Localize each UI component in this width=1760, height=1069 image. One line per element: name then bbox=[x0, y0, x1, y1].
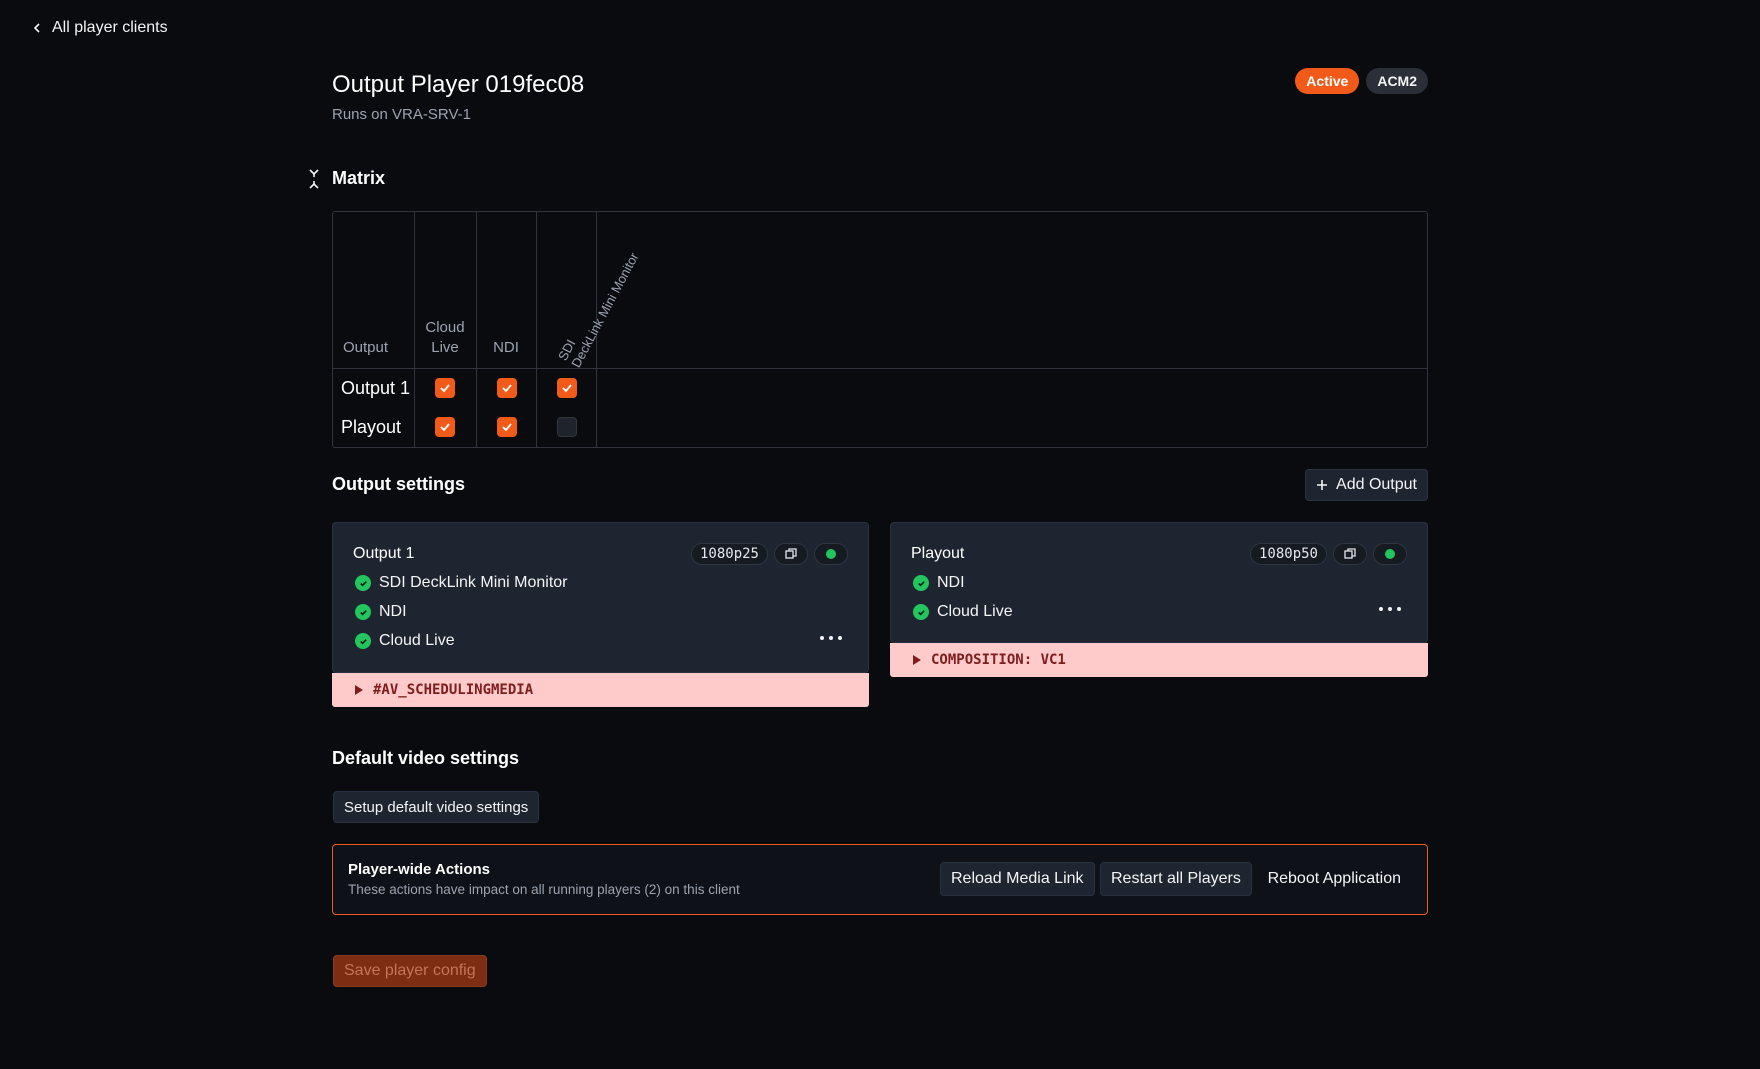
back-link-all-player-clients[interactable]: All player clients bbox=[32, 19, 168, 37]
warning-text: #AV_SCHEDULINGMEDIA bbox=[373, 682, 534, 698]
reboot-application-button[interactable]: Reboot Application bbox=[1268, 862, 1401, 896]
output-card-title: Output 1 bbox=[353, 545, 415, 562]
check-circle-icon bbox=[355, 575, 371, 591]
check-circle-icon bbox=[913, 604, 929, 620]
status-badge: Active bbox=[1295, 68, 1360, 94]
collapse-icon[interactable] bbox=[308, 168, 320, 189]
output-card-title: Playout bbox=[911, 545, 965, 562]
output-card-tools: 1080p50 bbox=[1249, 543, 1407, 565]
caret-right-icon bbox=[355, 685, 363, 695]
check-icon bbox=[440, 384, 450, 393]
warning-banner-output1[interactable]: #AV_SCHEDULINGMEDIA bbox=[332, 673, 869, 707]
player-actions-title: Player-wide Actions bbox=[348, 861, 490, 878]
resolution-badge: 1080p50 bbox=[1249, 543, 1327, 565]
output-item-label: NDI bbox=[379, 603, 407, 620]
check-icon bbox=[562, 384, 572, 393]
output-item: Cloud Live bbox=[913, 603, 1013, 621]
add-output-button[interactable]: Add Output bbox=[1305, 469, 1428, 501]
warning-text: COMPOSITION: VC1 bbox=[931, 652, 1066, 668]
copy-icon bbox=[1344, 548, 1356, 559]
matrix-header-divider bbox=[333, 368, 1427, 369]
more-options-icon[interactable] bbox=[1379, 603, 1401, 615]
add-output-label: Add Output bbox=[1336, 476, 1417, 493]
back-link-label: All player clients bbox=[52, 19, 168, 36]
copy-button[interactable] bbox=[1333, 543, 1367, 565]
setup-default-video-button[interactable]: Setup default video settings bbox=[333, 791, 540, 823]
output-item: Cloud Live bbox=[355, 632, 455, 650]
status-dot-icon bbox=[826, 549, 836, 559]
output-card-playout: Playout 1080p50 NDI Cloud Live bbox=[890, 522, 1428, 643]
matrix-checkbox-output1-cloud-live[interactable] bbox=[435, 378, 455, 398]
output-matrix: Output Cloud Live NDI SDI DeckLink Mini … bbox=[332, 211, 1428, 448]
output-card-output1: Output 1 1080p25 SDI DeckLink Mini Monit… bbox=[332, 522, 869, 673]
player-wide-actions-panel: Player-wide Actions These actions have i… bbox=[332, 844, 1428, 915]
output-item-label: SDI DeckLink Mini Monitor bbox=[379, 574, 568, 591]
matrix-header-sdi: SDI DeckLink Mini Monitor bbox=[555, 243, 642, 370]
matrix-section-header[interactable]: Matrix bbox=[308, 168, 385, 189]
default-video-settings-title: Default video settings bbox=[332, 748, 520, 768]
matrix-header-output: Output bbox=[343, 339, 389, 356]
player-actions-description: These actions have impact on all running… bbox=[348, 882, 740, 897]
matrix-header-cloud-live: Cloud Live bbox=[414, 318, 476, 358]
plus-icon bbox=[1317, 480, 1328, 490]
output-item: SDI DeckLink Mini Monitor bbox=[355, 574, 568, 592]
page-title: Output Player 019fec08 bbox=[332, 71, 585, 98]
tag-badge: ACM2 bbox=[1366, 68, 1428, 94]
output-item-label: Cloud Live bbox=[379, 632, 455, 649]
reload-media-link-button[interactable]: Reload Media Link bbox=[940, 862, 1095, 896]
output-item: NDI bbox=[355, 603, 407, 621]
matrix-row-label: Output 1 bbox=[341, 378, 411, 398]
status-indicator bbox=[1373, 543, 1407, 565]
check-circle-icon bbox=[355, 604, 371, 620]
save-player-config-button[interactable]: Save player config bbox=[333, 955, 487, 987]
copy-icon bbox=[785, 548, 797, 559]
check-circle-icon bbox=[913, 575, 929, 591]
matrix-divider bbox=[476, 212, 477, 447]
more-options-icon[interactable] bbox=[820, 632, 842, 644]
output-card-tools: 1080p25 bbox=[690, 543, 848, 565]
copy-button[interactable] bbox=[774, 543, 808, 565]
check-icon bbox=[502, 423, 512, 432]
restart-all-players-button[interactable]: Restart all Players bbox=[1100, 862, 1252, 896]
output-item-label: Cloud Live bbox=[937, 603, 1013, 620]
matrix-checkbox-output1-sdi[interactable] bbox=[557, 378, 577, 398]
matrix-header-ndi: NDI bbox=[493, 339, 519, 356]
header-badges: Active ACM2 bbox=[1295, 68, 1428, 94]
output-item: NDI bbox=[913, 574, 965, 592]
status-indicator bbox=[814, 543, 848, 565]
output-item-label: NDI bbox=[937, 574, 965, 591]
resolution-badge: 1080p25 bbox=[690, 543, 768, 565]
status-dot-icon bbox=[1385, 549, 1395, 559]
check-icon bbox=[502, 384, 512, 393]
chevron-left-icon bbox=[33, 23, 40, 33]
matrix-header-cloud-live-line2: Live bbox=[431, 339, 459, 356]
check-icon bbox=[440, 423, 450, 432]
matrix-checkbox-playout-cloud-live[interactable] bbox=[435, 417, 455, 437]
matrix-divider bbox=[536, 212, 537, 447]
warning-banner-playout[interactable]: COMPOSITION: VC1 bbox=[890, 643, 1428, 677]
output-settings-title: Output settings bbox=[332, 474, 465, 494]
page-subtitle: Runs on VRA-SRV-1 bbox=[332, 106, 471, 123]
matrix-checkbox-playout-sdi[interactable] bbox=[557, 417, 577, 437]
matrix-row-label: Playout bbox=[341, 417, 402, 437]
caret-right-icon bbox=[913, 655, 921, 665]
matrix-header-cloud-live-line1: Cloud bbox=[425, 319, 465, 336]
matrix-checkbox-playout-ndi[interactable] bbox=[497, 417, 517, 437]
check-circle-icon bbox=[355, 633, 371, 649]
matrix-checkbox-output1-ndi[interactable] bbox=[497, 378, 517, 398]
matrix-title: Matrix bbox=[332, 168, 386, 188]
